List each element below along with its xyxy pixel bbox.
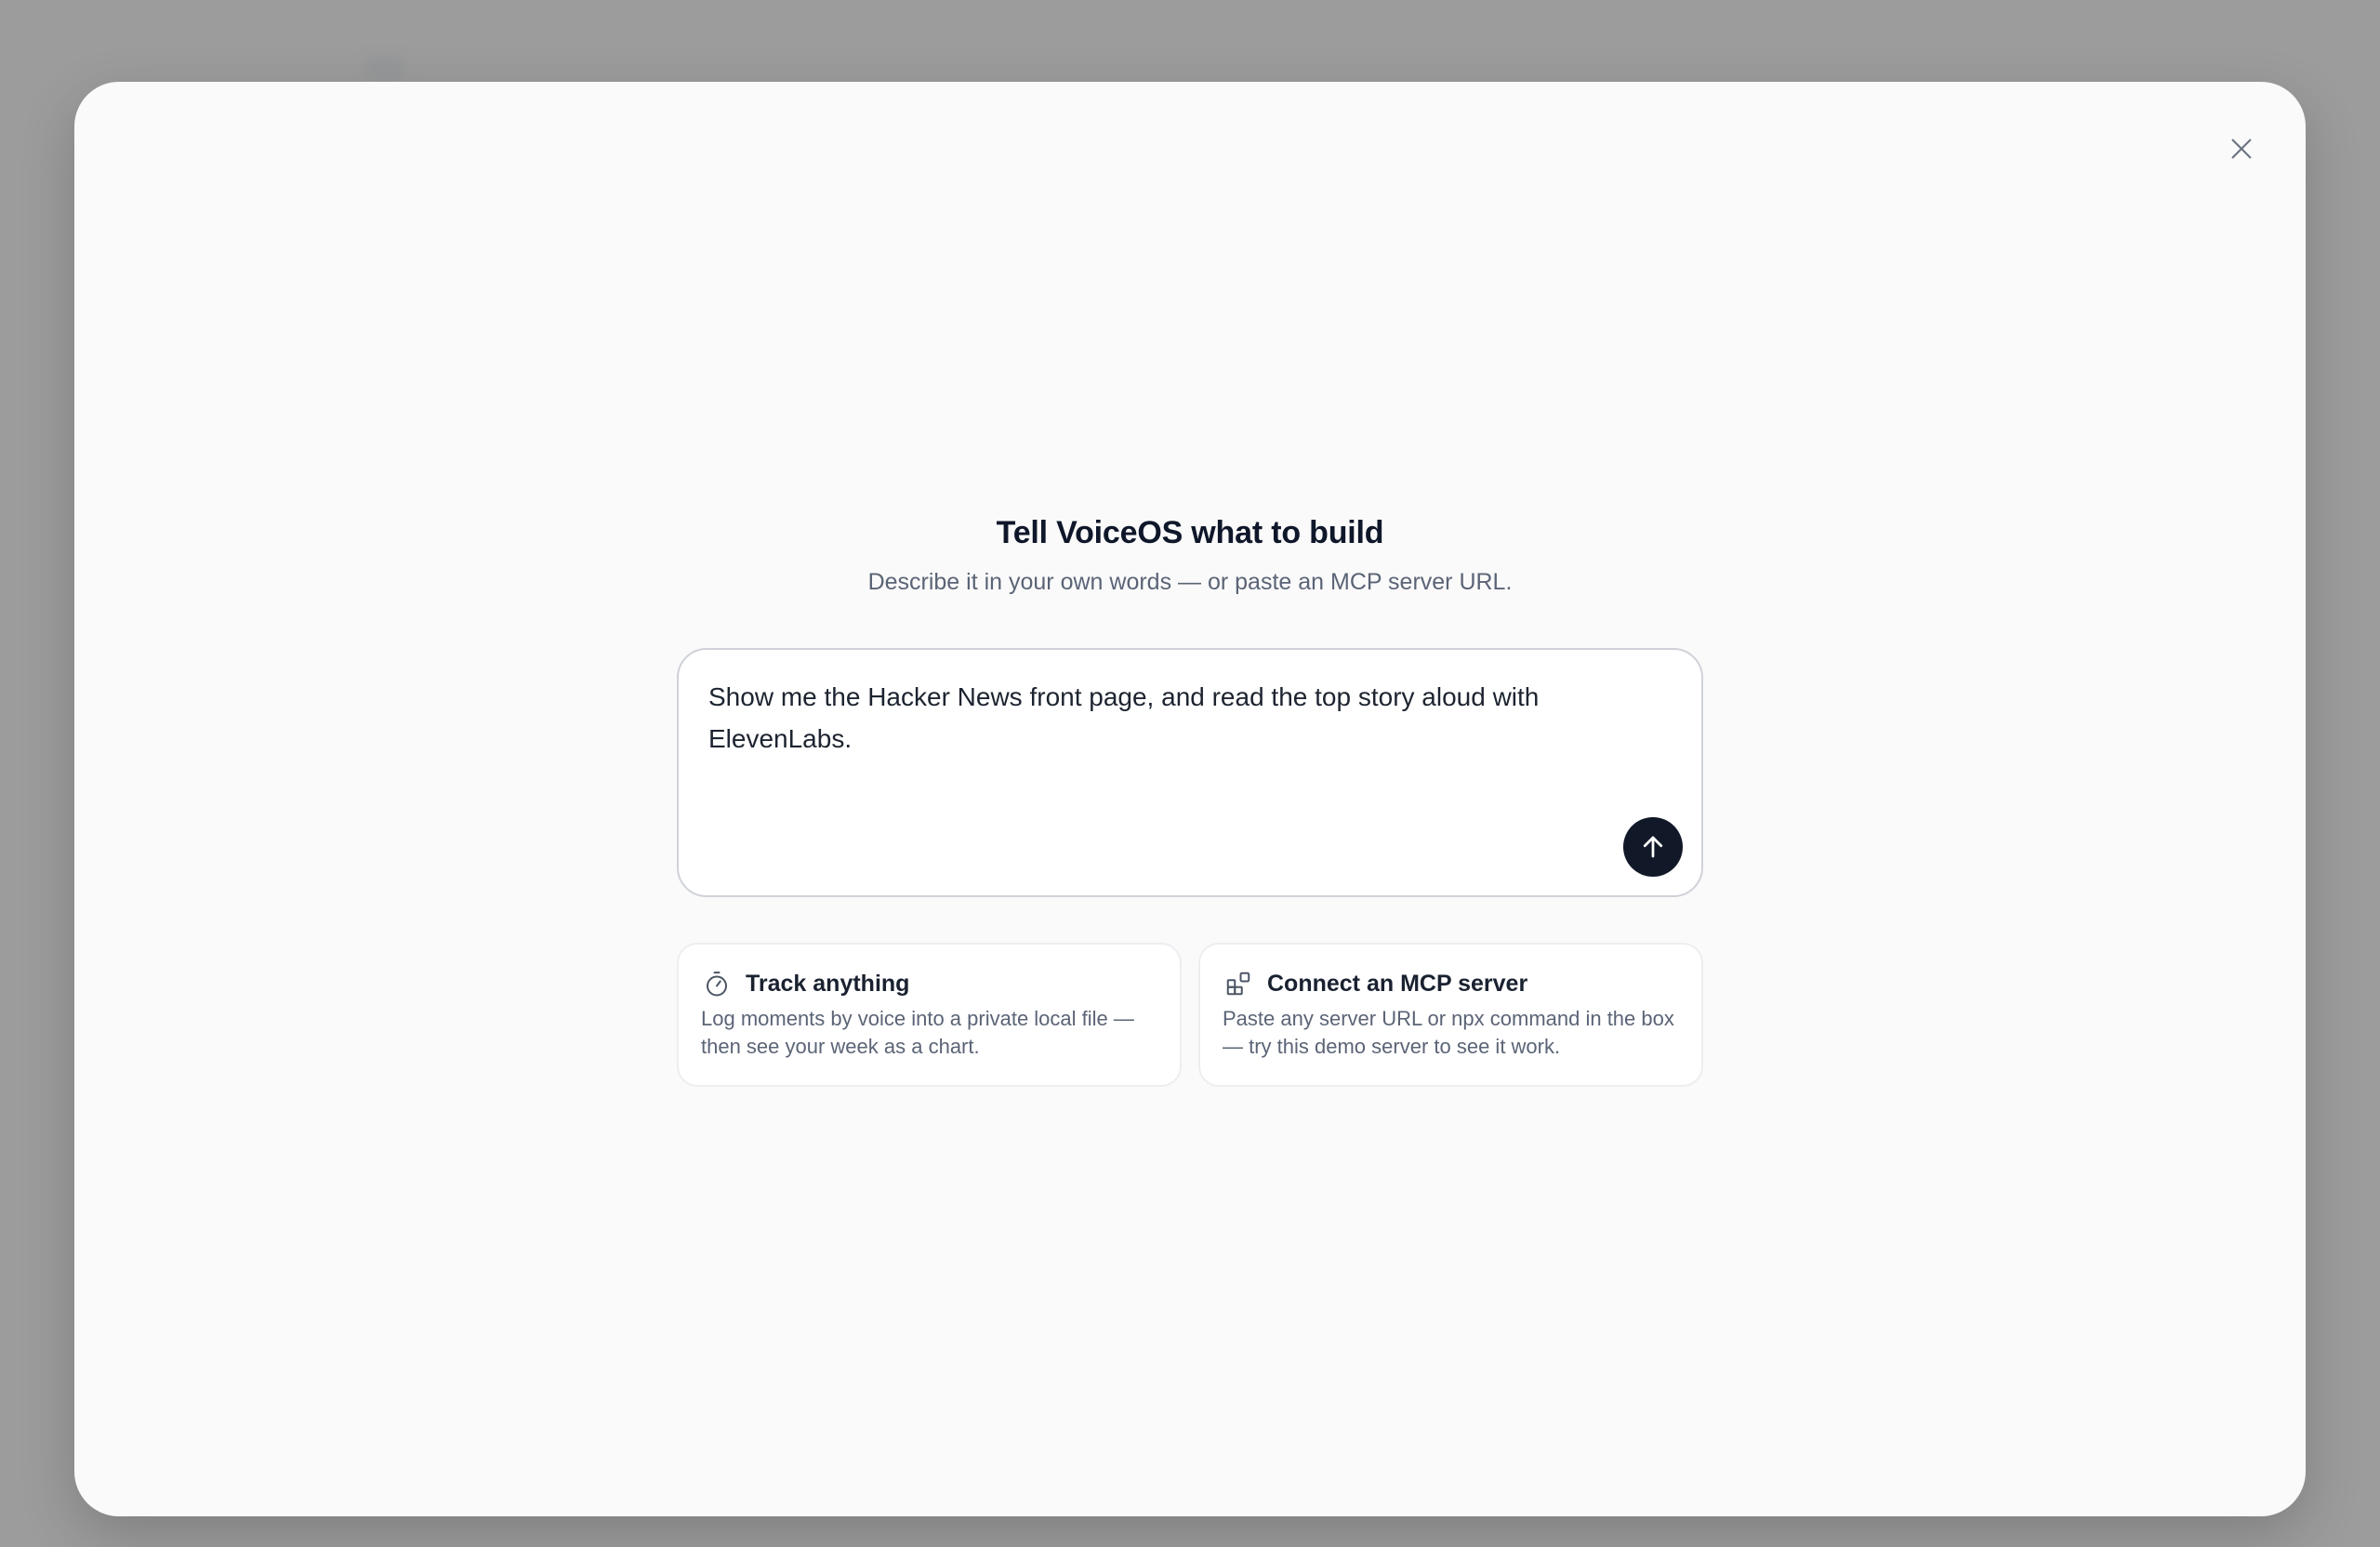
arrow-up-icon [1639, 833, 1667, 861]
suggestion-card-title: Track anything [746, 971, 910, 997]
suggestion-card-description: Log moments by voice into a private loca… [701, 1007, 1134, 1058]
backdrop-blurred-element [364, 58, 405, 78]
prompt-input-value[interactable]: Show me the Hacker News front page, and … [708, 676, 1638, 760]
suggestion-card-title: Connect an MCP server [1267, 971, 1528, 997]
suggestion-cards: Track anything Log moments by voice into… [677, 943, 1703, 1087]
send-button[interactable] [1623, 817, 1683, 877]
close-button[interactable] [2217, 125, 2266, 173]
page-subtitle: Describe it in your own words — or paste… [867, 569, 1513, 595]
prompt-input[interactable]: Show me the Hacker News front page, and … [677, 648, 1703, 897]
blocks-icon [1223, 968, 1254, 999]
suggestion-card-description: Paste any server URL or npx command in t… [1223, 1007, 1674, 1058]
page-title: Tell VoiceOS what to build [996, 515, 1384, 550]
suggestion-card-connect-mcp[interactable]: Connect an MCP server Paste any server U… [1198, 943, 1703, 1087]
close-icon [2227, 134, 2256, 164]
timer-icon [701, 968, 733, 999]
modal-content: Tell VoiceOS what to build Describe it i… [677, 507, 1703, 1087]
suggestion-card-track-anything[interactable]: Track anything Log moments by voice into… [677, 943, 1182, 1087]
